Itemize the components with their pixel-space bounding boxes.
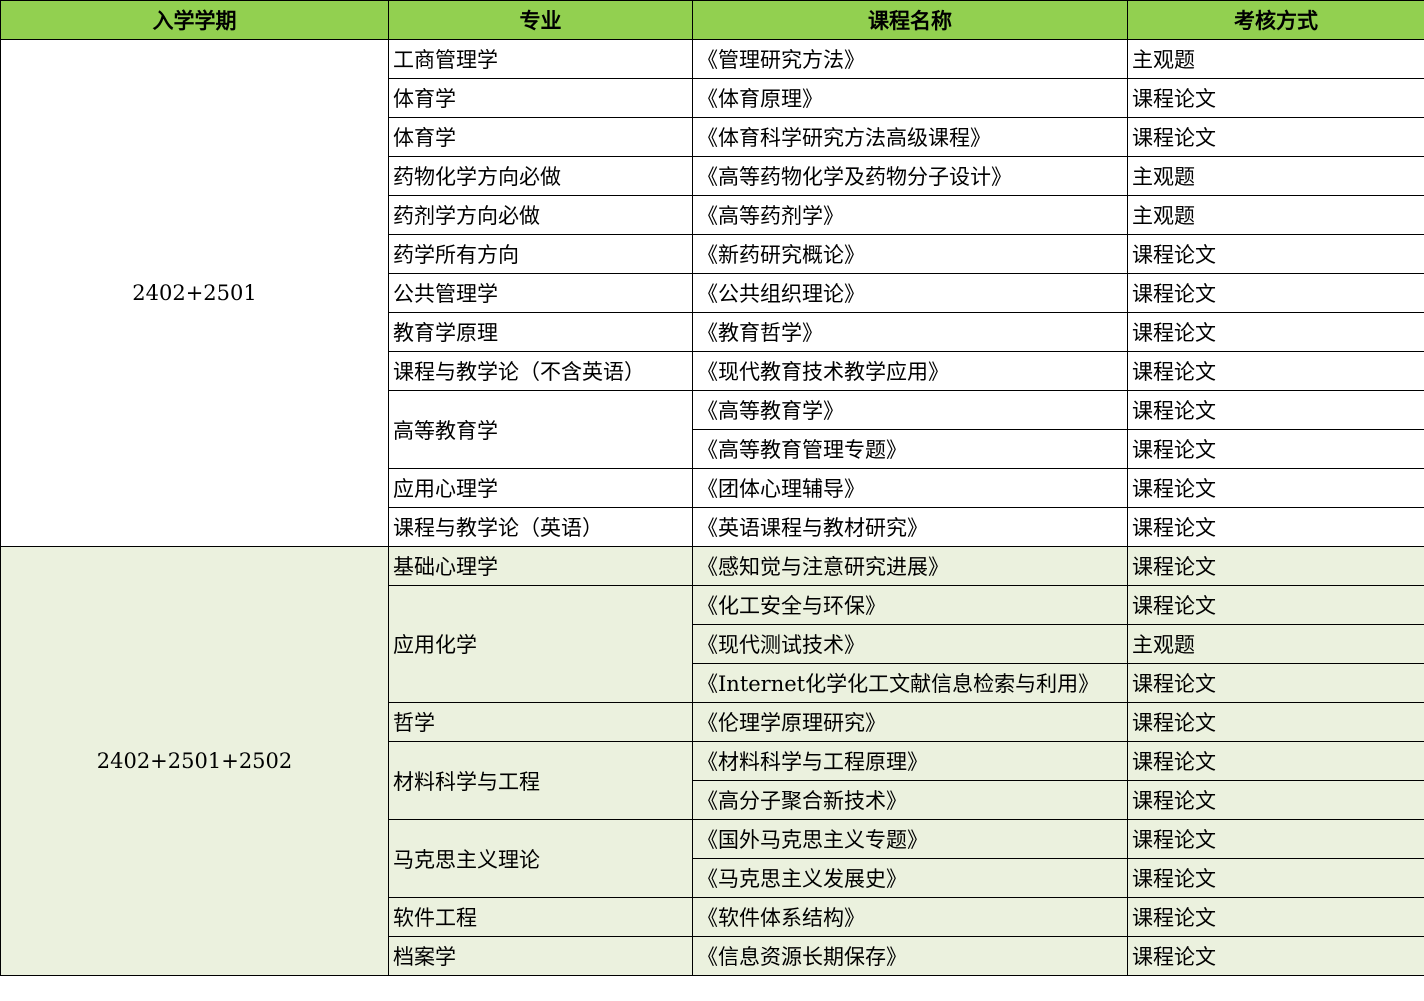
course-cell: 《现代教育技术教学应用》	[692, 351, 1128, 391]
method-cell: 课程论文	[1127, 117, 1424, 157]
major-cell: 药学所有方向	[388, 234, 693, 274]
method-cell: 课程论文	[1127, 858, 1424, 898]
course-cell: 《教育哲学》	[692, 312, 1128, 352]
course-cell: 《高等药剂学》	[692, 195, 1128, 235]
course-cell: 《高等药物化学及药物分子设计》	[692, 156, 1128, 196]
course-cell: 《国外马克思主义专题》	[692, 819, 1128, 859]
course-cell: 《英语课程与教材研究》	[692, 507, 1128, 547]
major-cell: 基础心理学	[388, 546, 693, 586]
method-cell: 课程论文	[1127, 819, 1424, 859]
method-cell: 课程论文	[1127, 312, 1424, 352]
method-cell: 课程论文	[1127, 585, 1424, 625]
major-cell: 应用心理学	[388, 468, 693, 508]
method-cell: 课程论文	[1127, 468, 1424, 508]
method-cell: 课程论文	[1127, 741, 1424, 781]
method-cell: 课程论文	[1127, 936, 1424, 976]
method-cell: 主观题	[1127, 156, 1424, 196]
course-cell: 《信息资源长期保存》	[692, 936, 1128, 976]
header-course: 课程名称	[692, 0, 1128, 40]
header-method: 考核方式	[1127, 0, 1424, 40]
major-cell: 材料科学与工程	[388, 741, 693, 820]
method-cell: 课程论文	[1127, 78, 1424, 118]
method-cell: 课程论文	[1127, 546, 1424, 586]
term-cell: 2402+2501+2502	[0, 546, 389, 976]
major-cell: 体育学	[388, 117, 693, 157]
method-cell: 课程论文	[1127, 507, 1424, 547]
term-cell: 2402+2501	[0, 39, 389, 547]
header-term: 入学学期	[0, 0, 389, 40]
method-cell: 课程论文	[1127, 429, 1424, 469]
major-cell: 公共管理学	[388, 273, 693, 313]
header-major: 专业	[388, 0, 693, 40]
method-cell: 课程论文	[1127, 663, 1424, 703]
major-cell: 教育学原理	[388, 312, 693, 352]
major-cell: 高等教育学	[388, 390, 693, 469]
major-cell: 应用化学	[388, 585, 693, 703]
course-cell: 《体育科学研究方法高级课程》	[692, 117, 1128, 157]
course-cell: 《高等教育管理专题》	[692, 429, 1128, 469]
major-cell: 软件工程	[388, 897, 693, 937]
course-cell: 《软件体系结构》	[692, 897, 1128, 937]
header-row: 入学学期 专业 课程名称 考核方式	[0, 0, 1424, 40]
major-cell: 工商管理学	[388, 39, 693, 79]
course-cell: 《团体心理辅导》	[692, 468, 1128, 508]
course-cell: 《马克思主义发展史》	[692, 858, 1128, 898]
course-cell: 《新药研究概论》	[692, 234, 1128, 274]
major-cell: 课程与教学论（英语）	[388, 507, 693, 547]
method-cell: 课程论文	[1127, 351, 1424, 391]
method-cell: 主观题	[1127, 624, 1424, 664]
course-cell: 《化工安全与环保》	[692, 585, 1128, 625]
major-cell: 体育学	[388, 78, 693, 118]
major-cell: 药物化学方向必做	[388, 156, 693, 196]
course-cell: 《材料科学与工程原理》	[692, 741, 1128, 781]
major-cell: 药剂学方向必做	[388, 195, 693, 235]
method-cell: 主观题	[1127, 195, 1424, 235]
method-cell: 课程论文	[1127, 273, 1424, 313]
method-cell: 课程论文	[1127, 702, 1424, 742]
method-cell: 课程论文	[1127, 390, 1424, 430]
major-cell: 马克思主义理论	[388, 819, 693, 898]
method-cell: 课程论文	[1127, 897, 1424, 937]
exam-schedule-table: 入学学期 专业 课程名称 考核方式 2402+2501 工商管理学 《管理研究方法》…	[0, 0, 1424, 976]
course-cell: 《公共组织理论》	[692, 273, 1128, 313]
course-cell: 《现代测试技术》	[692, 624, 1128, 664]
course-cell: 《伦理学原理研究》	[692, 702, 1128, 742]
major-cell: 哲学	[388, 702, 693, 742]
table-row: 2402+2501+2502 基础心理学 《感知觉与注意研究进展》 课程论文	[0, 546, 1424, 976]
major-cell: 课程与教学论（不含英语）	[388, 351, 693, 391]
method-cell: 课程论文	[1127, 780, 1424, 820]
course-cell: 《高分子聚合新技术》	[692, 780, 1128, 820]
table-body: 2402+2501 工商管理学 《管理研究方法》 主观题 体育学 《体育原理》 课程论文 体育…	[0, 39, 1424, 976]
table-header: 入学学期 专业 课程名称 考核方式	[0, 0, 1424, 40]
course-cell: 《体育原理》	[692, 78, 1128, 118]
course-cell: 《感知觉与注意研究进展》	[692, 546, 1128, 586]
table-row: 2402+2501 工商管理学 《管理研究方法》 主观题	[0, 39, 1424, 547]
major-cell: 档案学	[388, 936, 693, 976]
method-cell: 主观题	[1127, 39, 1424, 79]
course-cell: 《高等教育学》	[692, 390, 1128, 430]
course-cell: 《Internet化学化工文献信息检索与利用》	[692, 663, 1128, 703]
course-cell: 《管理研究方法》	[692, 39, 1128, 79]
method-cell: 课程论文	[1127, 234, 1424, 274]
